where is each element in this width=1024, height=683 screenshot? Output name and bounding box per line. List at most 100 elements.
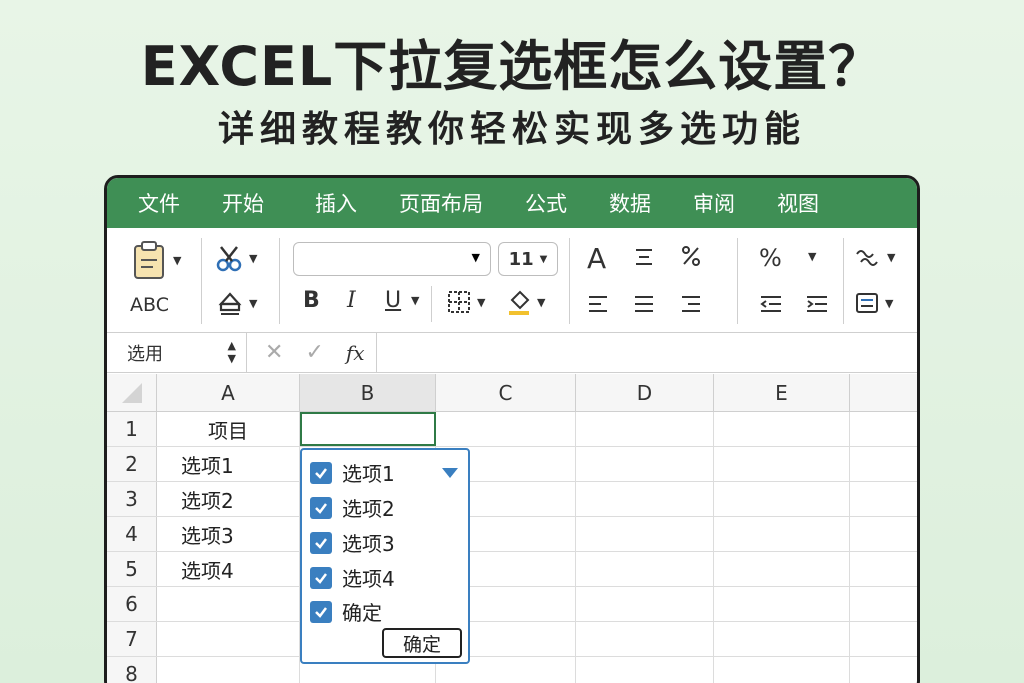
cell-e7[interactable] <box>714 622 850 656</box>
row-number[interactable]: 2 <box>107 447 157 481</box>
spinner-icon[interactable]: ▲ ▼ <box>228 339 236 365</box>
font-name-select[interactable]: ▼ <box>293 242 491 276</box>
row-number[interactable]: 8 <box>107 657 157 683</box>
wrap-text-button[interactable]: ▼ <box>855 246 895 268</box>
insert-function-button[interactable]: fx <box>346 341 365 365</box>
cell-e4[interactable] <box>714 517 850 551</box>
cell-b1[interactable] <box>300 412 436 446</box>
checkbox-checked-icon[interactable] <box>310 496 332 519</box>
align-center-button[interactable] <box>633 294 655 314</box>
percent-style-button[interactable]: % <box>759 244 782 272</box>
increase-indent-button[interactable] <box>805 294 829 314</box>
cell-d4[interactable] <box>576 517 714 551</box>
cell-d1[interactable] <box>576 412 714 446</box>
menu-item-insert[interactable]: 插入 <box>285 188 378 218</box>
menu-item-data[interactable]: 数据 <box>588 188 672 218</box>
cell-f8[interactable] <box>850 657 917 683</box>
name-box[interactable]: 选用 ▲ ▼ <box>107 332 247 373</box>
decrease-indent-button[interactable] <box>759 294 783 314</box>
dropdown-option[interactable]: 选项4 <box>310 563 395 592</box>
select-all-corner[interactable] <box>107 374 157 411</box>
column-header-c[interactable]: C <box>436 374 576 411</box>
row-number[interactable]: 3 <box>107 482 157 516</box>
cut-button[interactable]: ▼ <box>215 244 257 272</box>
cell-a5[interactable]: 选项4 <box>157 552 300 586</box>
cell-a3[interactable]: 选项2 <box>157 482 300 516</box>
italic-button[interactable]: I <box>347 288 356 313</box>
cell-a8[interactable] <box>157 657 300 683</box>
row-number[interactable]: 5 <box>107 552 157 586</box>
menu-item-page-layout[interactable]: 页面布局 <box>378 188 504 218</box>
row-number[interactable]: 6 <box>107 587 157 621</box>
cell-f6[interactable] <box>850 587 917 621</box>
row-number[interactable]: 1 <box>107 412 157 446</box>
cell-e2[interactable] <box>714 447 850 481</box>
underline-button[interactable]: U <box>385 288 401 313</box>
column-header-d[interactable]: D <box>576 374 714 411</box>
cell-f3[interactable] <box>850 482 917 516</box>
row-number[interactable]: 4 <box>107 517 157 551</box>
menu-item-view[interactable]: 视图 <box>756 188 840 218</box>
cell-f2[interactable] <box>850 447 917 481</box>
checkbox-checked-icon[interactable] <box>310 461 332 484</box>
cell-d2[interactable] <box>576 447 714 481</box>
dropdown-option[interactable]: 选项1 <box>310 458 395 487</box>
chevron-down-icon[interactable]: ▼ <box>249 297 257 310</box>
cell-d3[interactable] <box>576 482 714 516</box>
column-header-e[interactable]: E <box>714 374 850 411</box>
menu-item-formulas[interactable]: 公式 <box>504 188 588 218</box>
cell-e6[interactable] <box>714 587 850 621</box>
font-color-button[interactable]: A <box>587 242 606 275</box>
dropdown-option[interactable]: 选项3 <box>310 528 395 557</box>
menu-item-review[interactable]: 审阅 <box>672 188 756 218</box>
borders-button[interactable]: ▼ <box>447 290 485 314</box>
chevron-down-icon[interactable]: ▼ <box>249 252 257 265</box>
cell-c1[interactable] <box>436 412 576 446</box>
cell-f4[interactable] <box>850 517 917 551</box>
fill-color-button[interactable]: ▼ <box>507 288 545 316</box>
cell-e3[interactable] <box>714 482 850 516</box>
cell-e1[interactable] <box>714 412 850 446</box>
cell-e5[interactable] <box>714 552 850 586</box>
cell-a2[interactable]: 选项1 <box>157 447 300 481</box>
column-header-a[interactable]: A <box>157 374 300 411</box>
checkbox-checked-icon[interactable] <box>310 566 332 589</box>
cell-f7[interactable] <box>850 622 917 656</box>
orientation-button[interactable] <box>680 244 702 268</box>
align-left-button[interactable] <box>587 294 609 314</box>
cell-f5[interactable] <box>850 552 917 586</box>
confirm-button[interactable]: 确定 <box>382 628 462 658</box>
check-icon[interactable]: ✓ <box>305 340 323 365</box>
chevron-down-icon[interactable]: ▼ <box>173 254 181 267</box>
checkbox-checked-icon[interactable] <box>310 531 332 554</box>
chevron-down-icon[interactable]: ▼ <box>472 251 480 264</box>
font-size-select[interactable]: 11 ▼ <box>498 242 558 276</box>
column-header-f[interactable] <box>850 374 917 411</box>
chevron-down-icon[interactable]: ▼ <box>405 294 419 307</box>
bold-button[interactable]: B <box>303 288 320 313</box>
cell-d8[interactable] <box>576 657 714 683</box>
column-header-b[interactable]: B <box>300 374 436 411</box>
dropdown-arrow-icon[interactable] <box>442 468 458 478</box>
cell-a6[interactable] <box>157 587 300 621</box>
chevron-down-icon[interactable]: ▼ <box>802 250 816 263</box>
cell-f1[interactable] <box>850 412 917 446</box>
dropdown-option[interactable]: 确定 <box>310 597 382 626</box>
align-right-button[interactable] <box>680 294 702 314</box>
checkbox-checked-icon[interactable] <box>310 600 332 623</box>
row-number[interactable]: 7 <box>107 622 157 656</box>
cell-a1[interactable]: 项目 <box>157 412 300 446</box>
cell-e8[interactable] <box>714 657 850 683</box>
paste-button[interactable]: ▼ <box>131 240 181 280</box>
align-middle-button[interactable] <box>633 246 655 268</box>
cell-d7[interactable] <box>576 622 714 656</box>
conditional-format-button[interactable]: ▼ <box>855 292 893 314</box>
formula-input[interactable] <box>377 333 917 373</box>
dropdown-option[interactable]: 选项2 <box>310 493 395 522</box>
format-painter-button[interactable]: ▼ <box>217 290 257 316</box>
cell-d5[interactable] <box>576 552 714 586</box>
cell-a7[interactable] <box>157 622 300 656</box>
menu-item-file[interactable]: 文件 <box>117 188 201 218</box>
cell-a4[interactable]: 选项3 <box>157 517 300 551</box>
menu-item-home[interactable]: 开始 <box>201 188 285 218</box>
